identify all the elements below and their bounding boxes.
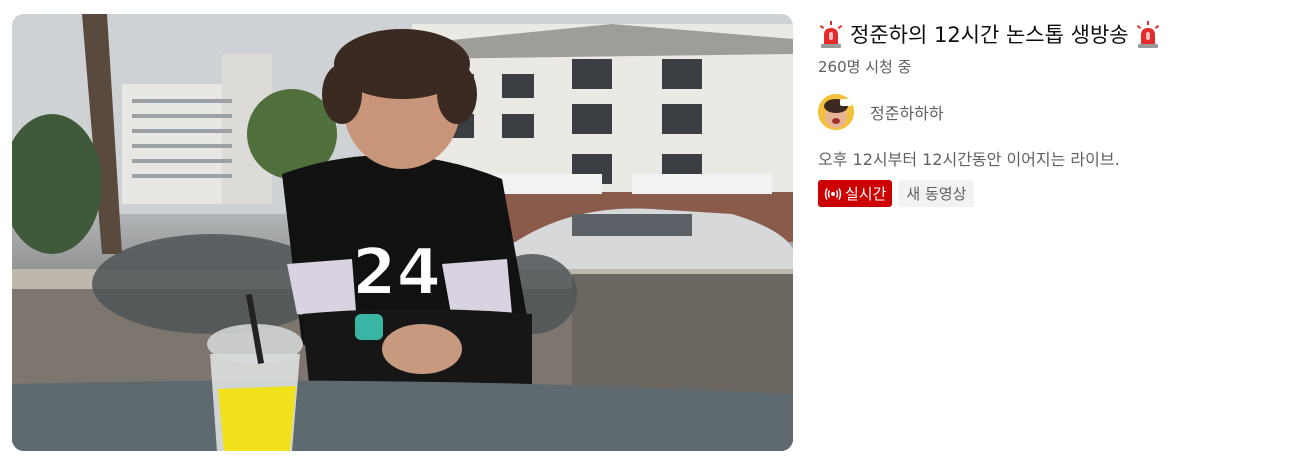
badge-row: 실시간 새 동영상 — [818, 180, 1288, 207]
new-video-badge: 새 동영상 — [898, 180, 975, 207]
video-thumbnail[interactable]: 24 — [12, 14, 793, 451]
new-video-badge-label: 새 동영상 — [906, 185, 967, 203]
video-title-row[interactable]: 정준하의 12시간 논스톱 생방송 — [818, 16, 1288, 54]
video-metadata: 정준하의 12시간 논스톱 생방송 260명 시청 중 정준하하하 오후 12시… — [818, 16, 1288, 207]
channel-avatar[interactable] — [818, 94, 854, 130]
video-title[interactable]: 정준하의 12시간 논스톱 생방송 — [850, 16, 1129, 54]
channel-row[interactable]: 정준하하하 — [818, 92, 1288, 132]
channel-name[interactable]: 정준하하하 — [870, 100, 944, 124]
video-description: 오후 12시부터 12시간동안 이어지는 라이브. — [818, 150, 1120, 169]
live-badge: 실시간 — [818, 180, 893, 207]
viewer-count: 260명 시청 중 — [818, 58, 912, 76]
jersey-number: 24 — [352, 236, 441, 310]
siren-icon — [819, 21, 843, 48]
thumbnail-scene: 24 — [12, 14, 793, 451]
video-result-card[interactable]: 24 정준하의 12시간 논스톱 생방송 260명 시청 중 정준하하하 오후 … — [0, 0, 1298, 469]
live-broadcast-icon — [824, 187, 842, 200]
siren-icon — [1136, 21, 1159, 48]
avatar-image — [818, 94, 854, 130]
live-badge-label: 실시간 — [845, 185, 887, 203]
